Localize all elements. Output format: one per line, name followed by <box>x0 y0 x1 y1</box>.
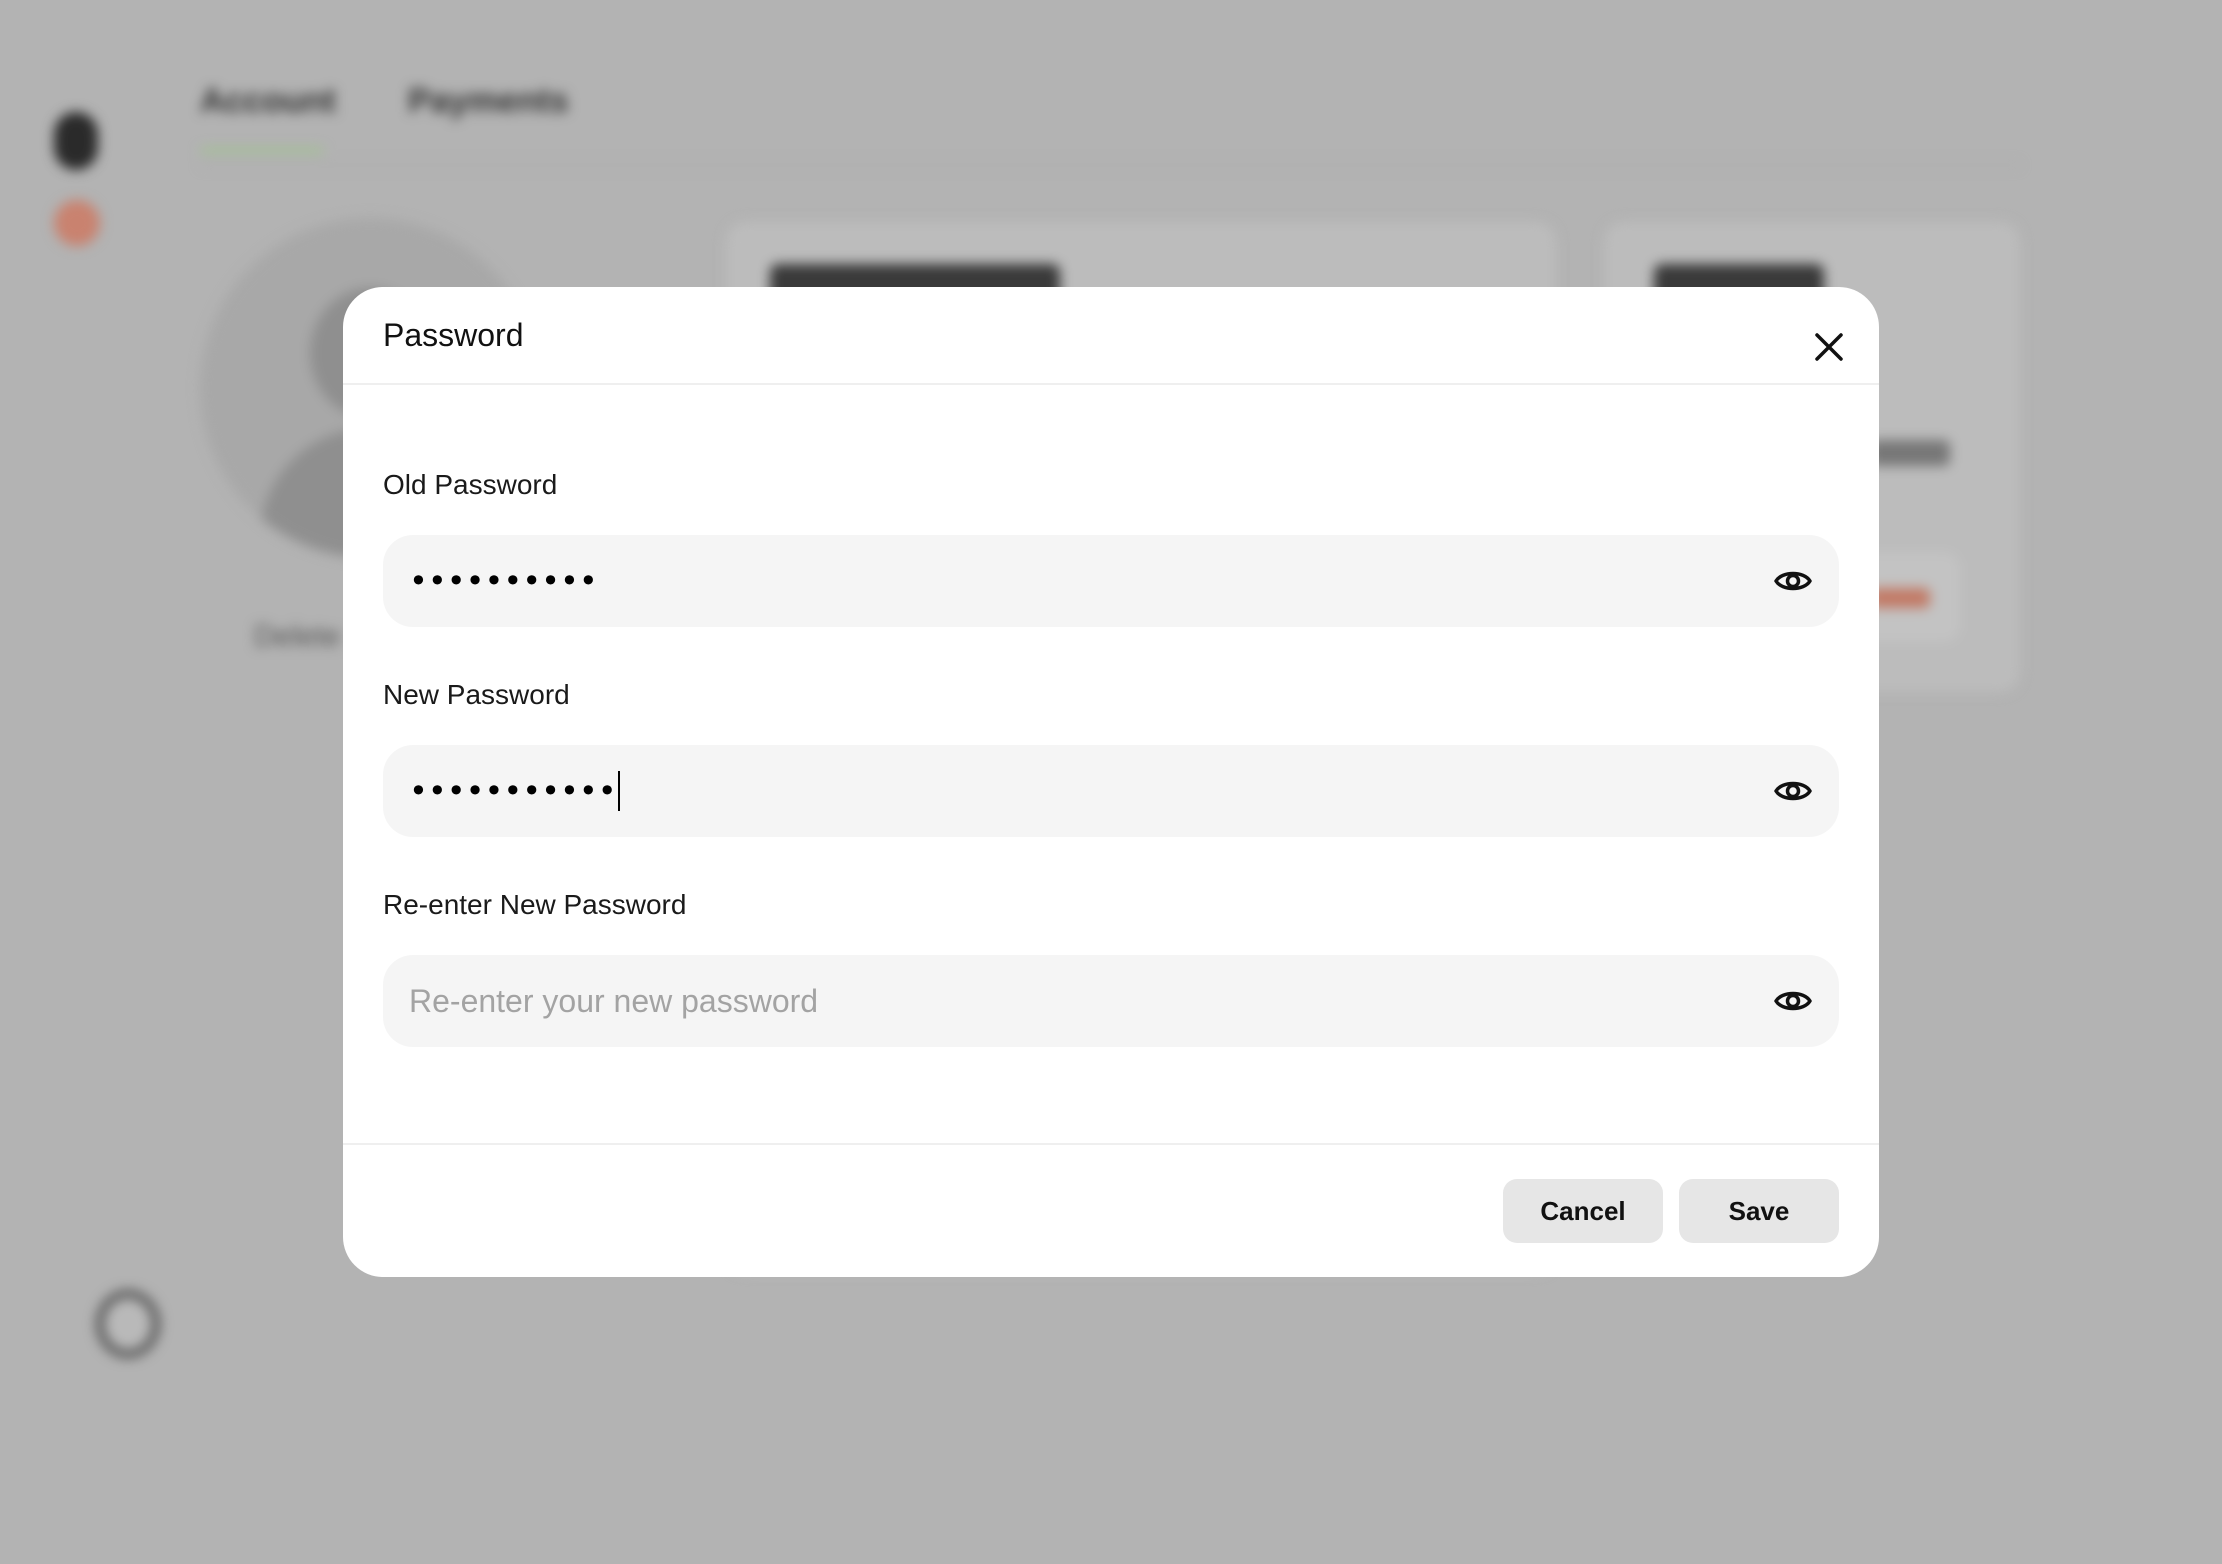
text-caret <box>617 771 620 811</box>
sidebar-notification-icon <box>54 200 100 246</box>
side-card-text <box>1870 440 1950 466</box>
help-icon <box>96 1290 160 1358</box>
eye-icon <box>1774 571 1812 591</box>
close-button[interactable] <box>1809 327 1849 367</box>
dialog-footer: Cancel Save <box>343 1143 1879 1277</box>
old-password-label: Old Password <box>383 469 558 500</box>
old-password-field[interactable]: •••••••••• <box>383 535 1839 627</box>
cancel-button[interactable]: Cancel <box>1503 1179 1663 1243</box>
eye-icon <box>1774 991 1812 1011</box>
tab-payments: Payments <box>408 82 569 120</box>
password-dialog: Password Old Password •••••••••• New Pas… <box>343 287 1879 1277</box>
new-password-label: New Password <box>383 679 570 710</box>
toggle-new-password-visibility[interactable] <box>1773 771 1813 811</box>
sidebar-logo-icon <box>54 112 98 170</box>
toggle-old-password-visibility[interactable] <box>1773 561 1813 601</box>
confirm-password-field[interactable]: Re-enter your new password <box>383 955 1839 1047</box>
old-password-value[interactable]: •••••••••• <box>409 561 598 601</box>
eye-icon <box>1774 781 1812 801</box>
side-card-button-label <box>1870 588 1930 608</box>
active-tab-indicator <box>200 148 324 153</box>
confirm-password-placeholder[interactable]: Re-enter your new password <box>409 981 818 1021</box>
dialog-title: Password <box>383 317 524 353</box>
new-password-value[interactable]: ••••••••••• <box>409 771 620 811</box>
toggle-confirm-password-visibility[interactable] <box>1773 981 1813 1021</box>
dialog-header: Password <box>343 287 1879 385</box>
save-button[interactable]: Save <box>1679 1179 1839 1243</box>
new-password-text: ••••••••••• <box>409 772 617 810</box>
new-password-field[interactable]: ••••••••••• <box>383 745 1839 837</box>
tabs-divider <box>200 164 2020 166</box>
confirm-password-label: Re-enter New Password <box>383 889 687 920</box>
tab-account: Account <box>200 82 336 120</box>
close-icon <box>1815 333 1843 361</box>
avatar-caption: Delete <box>254 620 341 653</box>
